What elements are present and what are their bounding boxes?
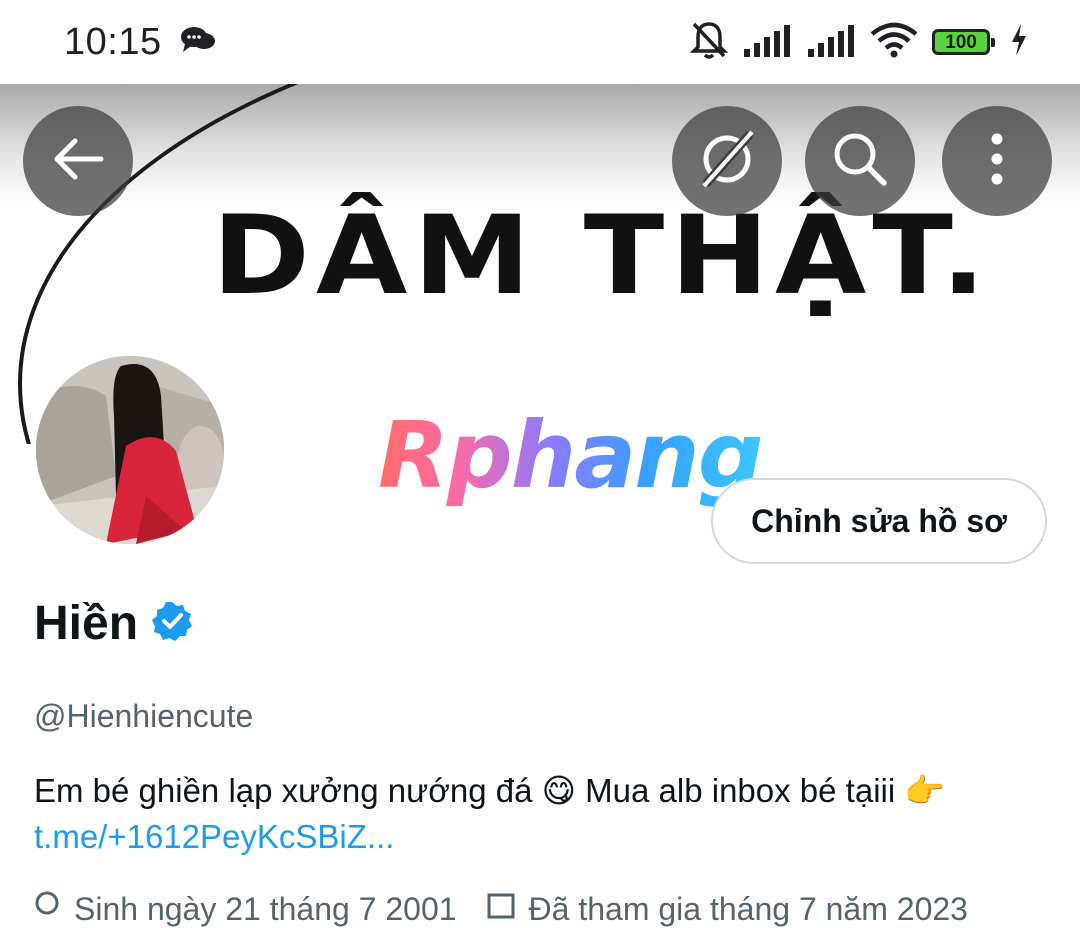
bell-off-icon — [689, 20, 729, 65]
back-arrow-icon — [51, 137, 105, 186]
status-time: 10:15 — [64, 20, 162, 63]
grok-icon — [696, 128, 758, 195]
search-button[interactable] — [805, 106, 915, 216]
signal-icon — [742, 23, 792, 62]
location-pin-icon — [34, 890, 60, 928]
grok-button[interactable] — [672, 106, 782, 216]
back-button[interactable] — [23, 106, 133, 216]
calendar-icon — [487, 890, 515, 928]
profile-name: Hiền — [34, 597, 139, 650]
birthday-text: Sinh ngày 21 tháng 7 2001 — [74, 890, 457, 927]
battery-icon: 100 — [932, 29, 995, 55]
watermark-logo: Rphang — [378, 402, 764, 509]
profile-avatar[interactable] — [32, 352, 228, 548]
signal-icon — [806, 23, 856, 62]
status-bar: 10:15 100 — [0, 0, 1080, 84]
profile-bio: Em bé ghiền lạp xưởng nướng đá 😋 Mua alb… — [34, 768, 1044, 860]
more-options-button[interactable] — [942, 106, 1052, 216]
search-icon — [831, 130, 889, 193]
more-vertical-icon — [989, 131, 1005, 192]
profile-meta: Sinh ngày 21 tháng 7 2001 Đã tham gia th… — [34, 890, 968, 928]
charging-icon — [1010, 23, 1028, 61]
wifi-icon — [870, 22, 918, 63]
bio-text: Em bé ghiền lạp xưởng nướng đá 😋 Mua alb… — [34, 772, 946, 809]
chat-bubbles-icon — [180, 26, 216, 59]
avatar-photo — [36, 356, 224, 544]
profile-handle: @Hienhiencute — [34, 698, 254, 734]
profile-name-row: Hiền — [34, 596, 193, 651]
verified-badge-icon[interactable] — [152, 601, 193, 646]
edit-profile-button[interactable]: Chỉnh sửa hồ sơ — [711, 478, 1047, 564]
bio-link[interactable]: t.me/+1612PeyKcSBiZ... — [34, 818, 394, 855]
battery-level: 100 — [945, 31, 977, 53]
joined-text: Đã tham gia tháng 7 năm 2023 — [528, 890, 968, 927]
